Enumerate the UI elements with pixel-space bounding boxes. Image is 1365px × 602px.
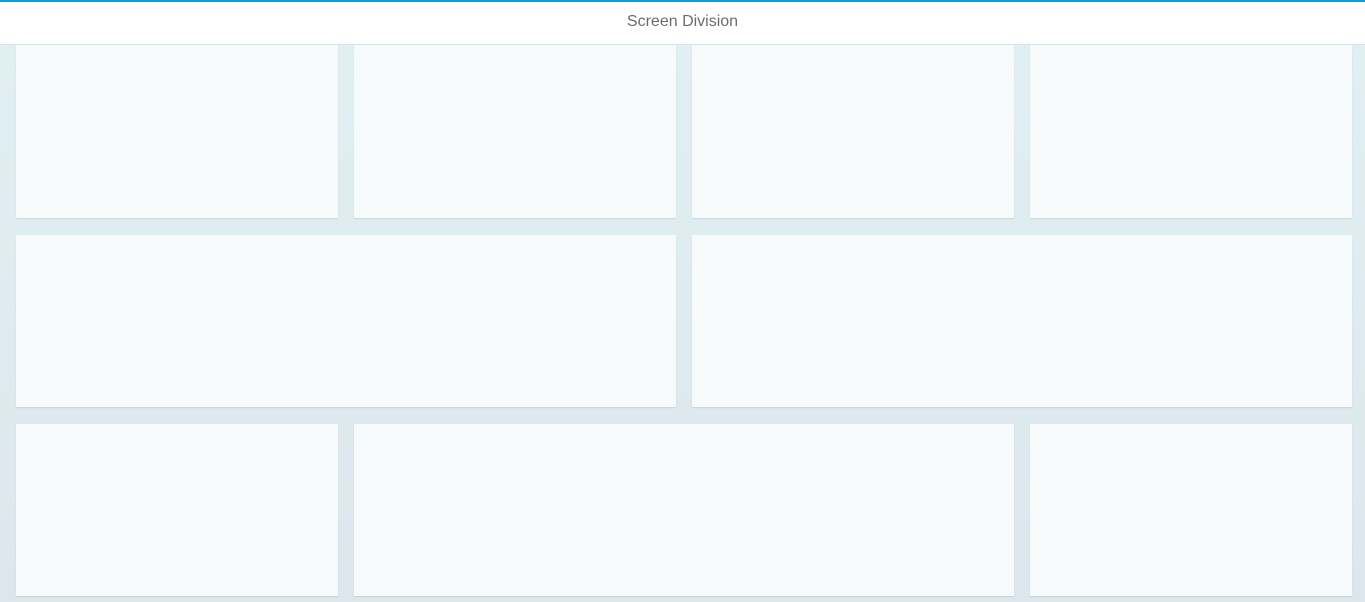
app-header: Screen Division xyxy=(0,0,1365,45)
page-title: Screen Division xyxy=(626,13,739,30)
tile-r2-2[interactable] xyxy=(692,235,1352,407)
tile-r2-1[interactable] xyxy=(16,235,676,407)
tile-r1-1[interactable] xyxy=(16,40,338,218)
tile-r3-2[interactable] xyxy=(354,424,1014,596)
tile-r1-2[interactable] xyxy=(354,40,676,218)
tile-r1-4[interactable] xyxy=(1030,40,1352,218)
tile-r1-3[interactable] xyxy=(692,40,1014,218)
tile-r3-3[interactable] xyxy=(1030,424,1352,596)
tile-r3-1[interactable] xyxy=(16,424,338,596)
